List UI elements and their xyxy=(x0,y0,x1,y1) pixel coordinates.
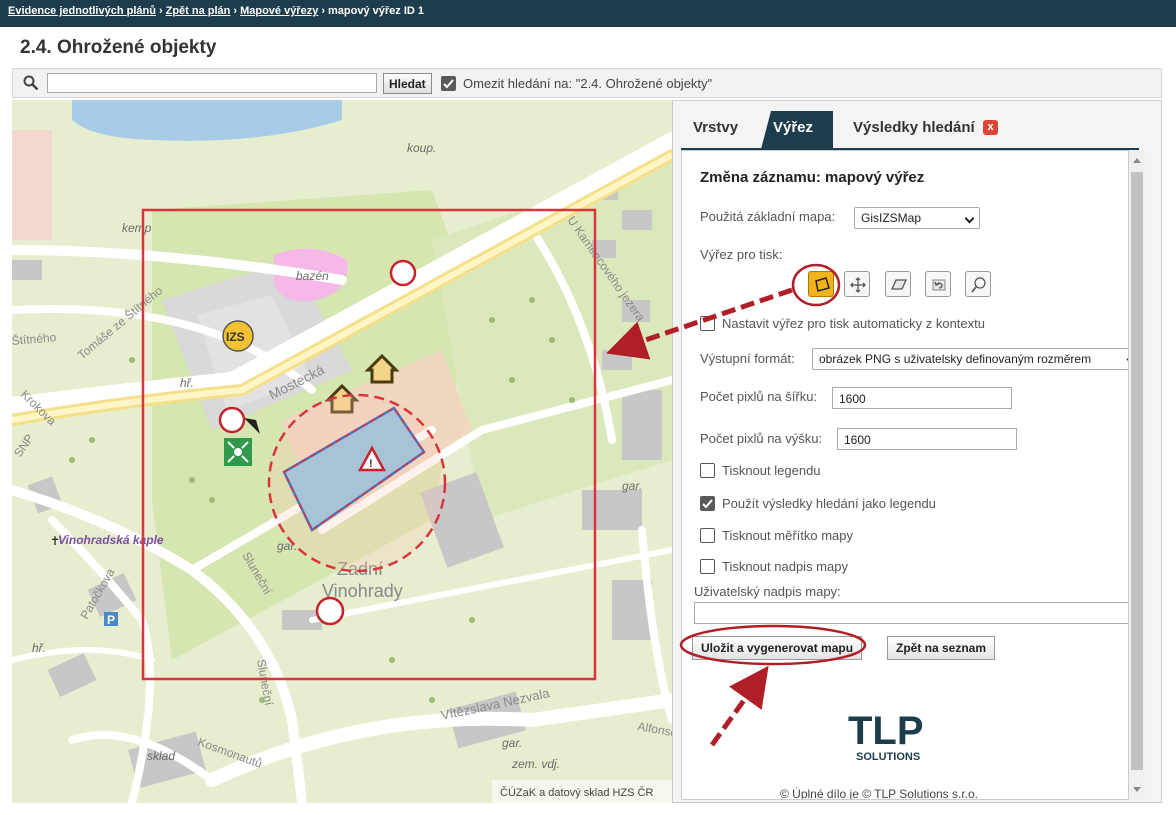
map-label: kemp xyxy=(122,221,152,235)
width-label: Počet pixlů na šířku: xyxy=(700,389,818,404)
print-title-label: Tisknout nadpis mapy xyxy=(722,559,848,574)
map-view[interactable]: koup. kemp bazén hř. gar. gar. gar. hř. … xyxy=(12,100,672,803)
map-label: zem. vdj. xyxy=(511,757,560,771)
height-label: Počet pixlů na výšku: xyxy=(700,431,823,446)
breadcrumb-separator: › xyxy=(158,5,163,17)
map-label: bazén xyxy=(296,269,329,283)
chevron-down-icon xyxy=(964,213,975,224)
map-label: hř. xyxy=(180,376,194,390)
search-bar: Hledat Omezit hledání na: "2.4. Ohrožené… xyxy=(12,68,1162,98)
back-to-list-button[interactable]: Zpět na seznam xyxy=(887,636,996,660)
search-button[interactable]: Hledat xyxy=(383,73,432,94)
breadcrumb-link-plans[interactable]: Evidence jednotlivých plánů xyxy=(8,5,156,17)
svg-text:TLP: TLP xyxy=(848,709,924,753)
breadcrumb-current: mapový výřez ID 1 xyxy=(328,5,424,17)
clip-label: Výřez pro tisk: xyxy=(700,247,783,262)
auto-clip-checkbox[interactable] xyxy=(700,316,715,331)
save-generate-button[interactable]: Uložit a vygenerovat mapu xyxy=(692,636,863,660)
breadcrumb-link-back[interactable]: Zpět na plán xyxy=(166,5,231,17)
undo-icon[interactable] xyxy=(925,271,951,297)
output-format-label: Výstupní formát: xyxy=(700,351,795,366)
svg-text:IZS: IZS xyxy=(226,330,245,344)
tab-clip[interactable]: Výřez xyxy=(761,111,833,149)
map-label: gar. xyxy=(622,479,642,493)
pan-icon[interactable] xyxy=(844,271,870,297)
page-title: 2.4. Ohrožené objekty xyxy=(20,37,217,58)
output-format-select[interactable]: obrázek PNG s uživatelsky definovaným ro… xyxy=(812,348,1128,370)
user-title-label: Uživatelský nadpis mapy: xyxy=(694,584,841,599)
side-panel: Vrstvy Výřez Výsledky hledání x Změna zá… xyxy=(672,100,1162,803)
breadcrumb-separator: › xyxy=(233,5,238,17)
map-label: hř. xyxy=(32,641,46,655)
width-field[interactable]: 1600 xyxy=(832,387,1012,409)
form-title: Změna záznamu: mapový výřez xyxy=(700,169,925,186)
scroll-up-icon[interactable] xyxy=(1133,158,1141,163)
chapel-label: Vinohradská kaple xyxy=(58,533,164,547)
base-map-select[interactable]: GisIZSMap xyxy=(854,207,980,229)
svg-text:SOLUTIONS: SOLUTIONS xyxy=(856,751,920,763)
print-legend-label: Tisknout legendu xyxy=(722,463,821,478)
close-results-icon[interactable]: x xyxy=(983,120,998,135)
print-scale-checkbox[interactable] xyxy=(700,528,715,543)
zoom-icon[interactable] xyxy=(965,271,991,297)
panel-scrollbar[interactable] xyxy=(1129,150,1145,800)
chapel-icon: ✝ xyxy=(50,534,60,548)
print-title-checkbox[interactable] xyxy=(700,559,715,574)
draw-rectangle-icon[interactable] xyxy=(808,271,834,297)
user-title-field[interactable] xyxy=(694,602,1128,624)
limit-search-checkbox[interactable] xyxy=(441,76,456,91)
breadcrumb: Evidence jednotlivých plánů › Zpět na plán… xyxy=(0,0,1176,27)
scroll-down-icon[interactable] xyxy=(1133,787,1141,792)
map-label: koup. xyxy=(407,141,436,155)
tlp-logo: TLP SOLUTIONS xyxy=(848,709,924,763)
search-icon xyxy=(23,75,39,91)
use-results-legend-label: Použít výsledky hledání jako legendu xyxy=(722,496,936,511)
map-attribution: ČÚZaK a datový sklad HZS ČR xyxy=(500,786,653,799)
panel-tabs: Vrstvy Výřez Výsledky hledání x xyxy=(673,101,1161,149)
breadcrumb-link-map-clips[interactable]: Mapové výřezy xyxy=(240,5,318,17)
search-input[interactable] xyxy=(47,73,377,93)
tab-layers[interactable]: Vrstvy xyxy=(693,119,738,136)
print-legend-checkbox[interactable] xyxy=(700,463,715,478)
use-results-legend-checkbox[interactable] xyxy=(700,496,715,511)
tab-search-results[interactable]: Výsledky hledání xyxy=(853,119,975,136)
clip-form: Změna záznamu: mapový výřez Použitá zákl… xyxy=(681,150,1129,800)
svg-text:P: P xyxy=(107,613,115,627)
height-field[interactable]: 1600 xyxy=(837,428,1017,450)
svg-text:!: ! xyxy=(369,458,373,470)
scroll-thumb[interactable] xyxy=(1131,172,1143,770)
erase-icon[interactable] xyxy=(885,271,911,297)
print-scale-label: Tisknout měřítko mapy xyxy=(722,528,854,543)
map-canvas[interactable]: koup. kemp bazén hř. gar. gar. gar. hř. … xyxy=(12,100,672,803)
copyright: © Úplné dílo je © TLP Solutions s.r.o. xyxy=(780,787,979,800)
auto-clip-label: Nastavit výřez pro tisk automaticky z ko… xyxy=(722,316,985,331)
map-label: sklad xyxy=(147,749,175,763)
breadcrumb-separator: › xyxy=(321,5,325,17)
base-map-label: Použitá základní mapa: xyxy=(700,209,836,224)
map-label: gar. xyxy=(502,736,522,750)
limit-search-label: Omezit hledání na: "2.4. Ohrožené objekt… xyxy=(463,76,713,91)
